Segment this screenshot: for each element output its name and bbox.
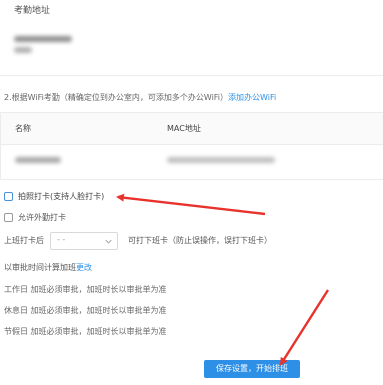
attendance-address-card: 考勤地址 xyxy=(0,0,383,76)
overtime-workday: 工作日 加班必须审批，加班时长以审批单为准 xyxy=(4,285,167,294)
punch-time-select[interactable]: - - xyxy=(50,232,118,250)
add-wifi-link[interactable]: 添加办公WiFi xyxy=(228,93,276,102)
outside-punch-label: 允许外勤打卡 xyxy=(18,213,66,222)
overtime-holiday: 节假日 加班必须审批，加班时长以审批单为准 xyxy=(4,327,167,336)
photo-punch-label: 拍照打卡(支持人脸打卡) xyxy=(18,192,105,201)
wifi-mac-blurred xyxy=(167,157,275,163)
wifi-table-header: 名称 MAC地址 xyxy=(1,113,383,145)
change-overtime-link[interactable]: 更改 xyxy=(76,263,92,272)
photo-punch-checkbox[interactable] xyxy=(4,192,13,201)
outside-punch-checkbox[interactable] xyxy=(4,213,13,222)
punch-time-label: 上班打卡后 xyxy=(4,236,44,245)
overtime-rule: 以审批时间计算加班更改 xyxy=(4,263,92,272)
address-section-title: 考勤地址 xyxy=(14,6,51,16)
wifi-table: 名称 MAC地址 xyxy=(0,112,383,180)
overtime-restday: 休息日 加班必须审批，加班时长以审批单为准 xyxy=(4,306,167,315)
annotation-arrow-photo-punch xyxy=(116,193,266,216)
column-header-name: 名称 xyxy=(15,124,31,133)
wifi-intro-text: 2.根据WiFi考勤（精确定位到办公室内，可添加多个办公WiFi）添加办公WiF… xyxy=(4,93,277,102)
annotation-arrow-save-button xyxy=(279,289,330,366)
punch-time-suffix: 可打下班卡（防止误操作，误打下班卡） xyxy=(128,236,272,245)
address-value-blurred xyxy=(14,36,72,42)
address-value-blurred-2 xyxy=(14,47,32,53)
punch-time-value: - - xyxy=(57,235,66,244)
chevron-down-icon xyxy=(105,239,112,244)
column-header-mac: MAC地址 xyxy=(167,124,201,133)
save-and-schedule-button[interactable]: 保存设置，开始排班 xyxy=(204,360,300,378)
wifi-name-blurred xyxy=(15,157,61,163)
